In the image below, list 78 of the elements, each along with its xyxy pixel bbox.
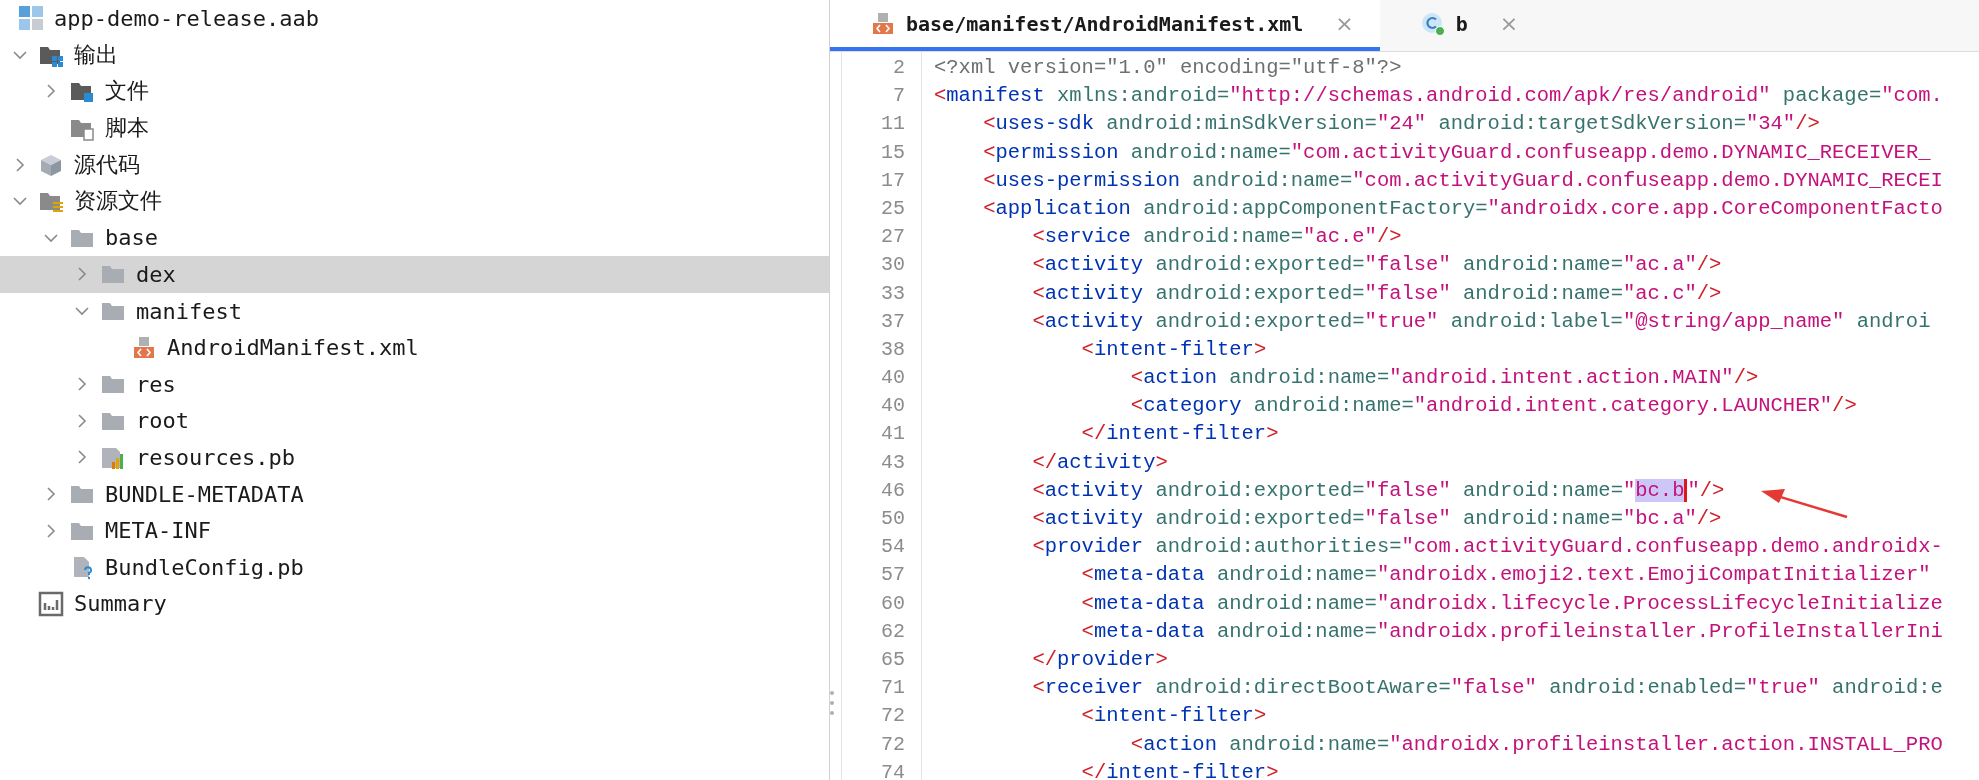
line-number: 17 [880,167,906,194]
line-number: 30 [880,252,906,279]
line-number: 11 [880,111,906,138]
tree-item[interactable]: manifest [0,292,829,330]
tree-item[interactable]: dex [0,256,829,293]
code-line: <action android:name="android.intent.action.MAIN"/> [1129,365,1759,392]
tree-item[interactable]: base [0,219,829,257]
code-line: <activity android:exported="false" android:name="bc.a"/> [1031,506,1722,532]
code-line: </activity> [1031,449,1168,476]
code-line: <provider android:authorities="com.activityGuard.confuseapp.demo.androidx- [1031,534,1943,561]
code-line: </provider> [1031,646,1168,673]
tree-item[interactable]: root [0,402,829,440]
splitter-handle-icon[interactable] [829,690,835,716]
tree-item[interactable]: 文件 [0,73,829,110]
class-icon [1419,10,1446,37]
tree-item[interactable]: Summary [0,585,829,623]
code-line: <uses-sdk android:minSdkVersion="24" android:targetSdkVersion="34"/> [982,111,1820,138]
selected-text: bc.b [1635,478,1688,502]
line-number: 72 [880,731,906,758]
code-line: </intent-filter> [1080,421,1279,448]
line-number: 38 [880,336,906,363]
code-line: <category android:name="android.intent.category.LAUNCHER"/> [1129,393,1857,420]
line-number: 41 [880,421,906,448]
code-line: <activity android:exported="true" android:label="@string/app_name" androi [1031,308,1931,335]
bundle-item[interactable]: app-demo-release.aab [0,0,829,37]
code-line: <?xml version="1.0" encoding="utf-8"?> [934,55,1402,81]
code-line: <manifest xmlns:android="http://schemas.android.com/apk/res/android" package="com. [934,83,1943,110]
summary-icon [38,590,64,617]
line-number: 50 [880,506,906,532]
tree-item[interactable]: resources.pb [0,439,829,476]
tree-item[interactable]: BUNDLE-METADATA [0,475,829,513]
line-number: 15 [880,139,906,166]
code-line: </intent-filter> [1080,759,1279,780]
line-number: 74 [880,759,906,780]
line-number: 43 [880,449,906,476]
code-line: <meta-data android:name="androidx.emoji2.text.EmojiCompatInitializer" [1080,562,1931,589]
line-number: 62 [880,618,906,645]
line-number: 46 [880,477,906,504]
grid-icon [18,5,44,32]
tree-item[interactable]: res [0,365,829,403]
code-line: <activity android:exported="false" android:name="ac.c"/> [1031,280,1722,307]
tree-item[interactable]: 脚本 [0,109,829,147]
line-number: 37 [880,308,906,335]
line-number: 54 [880,534,906,561]
line-number: 7 [892,83,906,110]
xml-file-icon [870,10,896,37]
code-line: <action android:name="androidx.profileinstaller.action.INSTALL_PRO [1129,731,1943,758]
code-line: <uses-permission android:name="com.activityGuard.confuseapp.demo.DYNAMIC_RECEI [982,167,1943,194]
tree-item[interactable]: AndroidManifest.xml [0,329,829,366]
tree-item[interactable]: BundleConfig.pb [0,548,829,586]
code-line: <meta-data android:name="androidx.lifecycle.ProcessLifecycleInitialize [1080,590,1943,617]
line-number: 33 [880,280,906,307]
code-line: <activity android:exported="false" android:name="ac.a"/> [1031,252,1722,279]
code-line: <intent-filter> [1080,336,1267,363]
line-number: 60 [880,590,906,617]
code-line: <intent-filter> [1080,703,1267,730]
code-line: <activity android:exported="false" android:name="bc.b"/> [1031,477,1725,504]
xml-file-icon [131,334,157,361]
line-number: 25 [880,195,906,222]
line-number: 71 [880,675,906,702]
code-line: <permission android:name="com.activityGuard.confuseapp.demo.DYNAMIC_RECEIVER_ [982,139,1931,166]
line-number: 57 [880,562,906,589]
line-number: 40 [880,365,906,392]
editor-tab[interactable]: base/manifest/AndroidManifest.xml × [830,0,1380,51]
line-number: 72 [880,703,906,730]
tree-item[interactable]: 输出 [0,36,829,74]
tree-item[interactable]: 源代码 [0,146,829,183]
line-number: 2 [892,55,906,81]
editor-tab[interactable]: b × [1379,0,1545,51]
tree-item[interactable]: META-INF [0,512,829,549]
code-line: <service android:name="ac.e"/> [1031,224,1402,251]
line-number: 65 [880,646,906,673]
tree-item[interactable]: 资源文件 [0,182,829,220]
code-line: <receiver android:directBootAware="false" android:enabled="true" android:e [1031,675,1943,702]
code-line: <application android:appComponentFactory="androidx.core.app.CoreComponentFacto [982,195,1943,222]
line-number: 27 [880,224,906,251]
line-number: 40 [880,393,906,420]
code-line: <meta-data android:name="androidx.profileinstaller.ProfileInstallerIni [1080,618,1943,645]
